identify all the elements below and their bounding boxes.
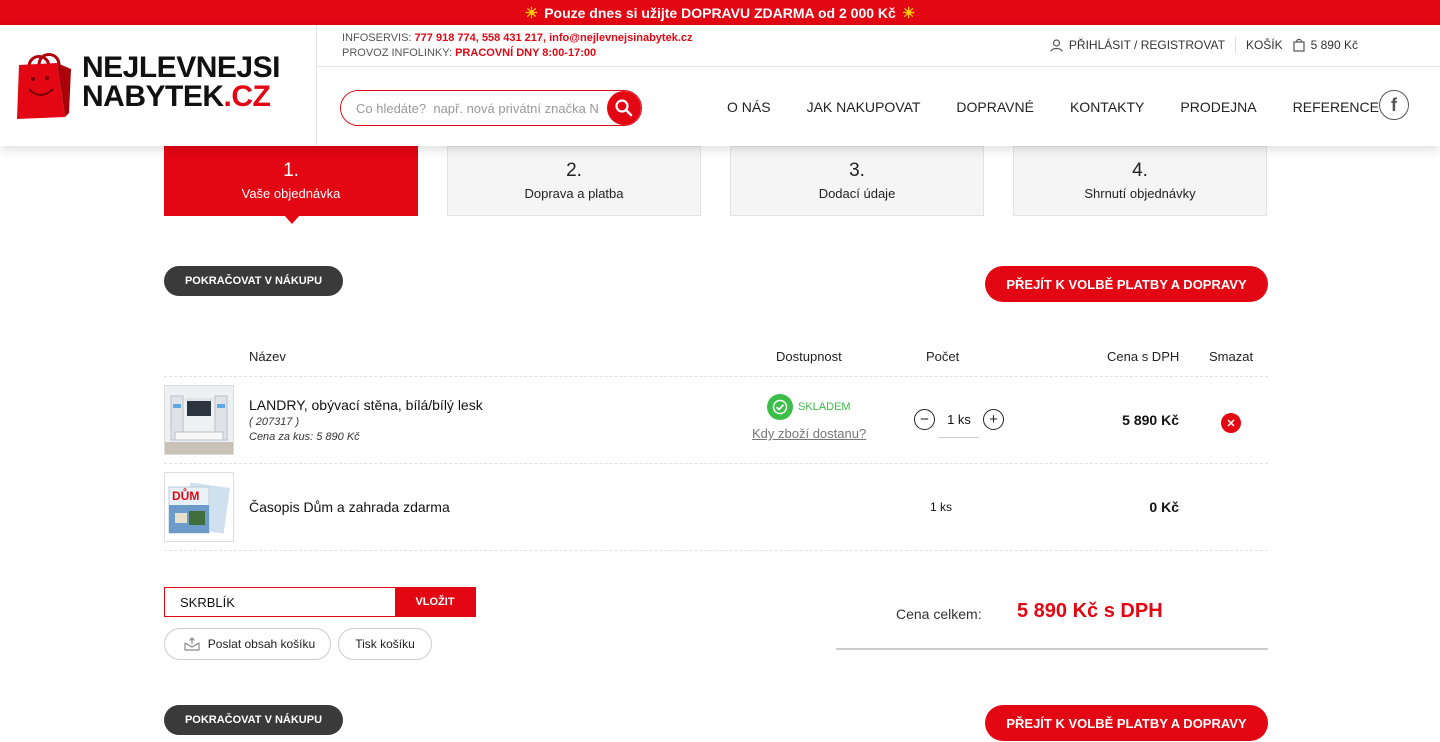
- delete-item-button[interactable]: ✕: [1221, 413, 1241, 433]
- main-nav: O NÁS JAK NAKUPOVAT DOPRAVNÉ KONTAKTY PR…: [709, 99, 1397, 115]
- step-4[interactable]: 4. Shrnutí objednávky: [1013, 146, 1267, 216]
- quantity-input[interactable]: 1 ks: [939, 402, 979, 438]
- user-icon: [1050, 38, 1063, 52]
- nav-prodejna[interactable]: PRODEJNA: [1162, 99, 1274, 115]
- proceed-to-shipping-button[interactable]: PŘEJÍT K VOLBĚ PLATBY A DOPRAVY: [985, 266, 1268, 302]
- search-button[interactable]: [607, 91, 641, 125]
- checkout-steps: 1. Vaše objednávka 2. Doprava a platba 3…: [164, 146, 1268, 224]
- cart-total[interactable]: 5 890 Kč: [1311, 38, 1358, 52]
- search-input[interactable]: [341, 91, 603, 125]
- item-qty: 1 ks: [930, 500, 953, 514]
- svg-text:DŮM: DŮM: [172, 487, 199, 503]
- facebook-icon[interactable]: f: [1379, 90, 1409, 120]
- product-thumbnail[interactable]: DŮM: [164, 472, 234, 542]
- login-link[interactable]: PŘIHLÁSIT / REGISTROVAT: [1069, 38, 1225, 52]
- user-bar: PŘIHLÁSIT / REGISTROVAT KOŠÍK 5 890 Kč: [1050, 37, 1358, 53]
- header-availability: Dostupnost: [776, 349, 842, 364]
- apply-coupon-button[interactable]: VLOŽIT: [395, 588, 475, 616]
- promo-text: Pouze dnes si užijte DOPRAVU ZDARMA od 2…: [544, 4, 896, 21]
- proceed-to-shipping-button-bottom[interactable]: PŘEJÍT K VOLBĚ PLATBY A DOPRAVY: [985, 705, 1268, 741]
- cart-bag-icon[interactable]: [1293, 38, 1305, 52]
- item-price: 5 890 Kč: [1122, 412, 1179, 428]
- row-divider: [164, 376, 1268, 377]
- send-cart-button[interactable]: Poslat obsah košíku: [164, 628, 331, 660]
- continue-shopping-button[interactable]: POKRAČOVAT V NÁKUPU: [164, 266, 343, 296]
- nav-kontakty[interactable]: KONTAKTY: [1052, 99, 1162, 115]
- logo[interactable]: NEJLEVNEJSI NABYTEK.CZ: [0, 25, 317, 146]
- row-divider: [164, 550, 1268, 551]
- magazine-image: DŮM: [165, 473, 233, 541]
- site-header: NEJLEVNEJSI NABYTEK.CZ INFOSERVIS: 777 9…: [0, 25, 1440, 146]
- check-circle-icon: [767, 394, 793, 420]
- row-divider: [164, 463, 1268, 464]
- product-image: [165, 386, 233, 454]
- item-price: 0 Kč: [1149, 499, 1179, 515]
- product-thumbnail[interactable]: [164, 385, 234, 455]
- print-cart-button[interactable]: Tisk košíku: [338, 628, 432, 660]
- delivery-time-link[interactable]: Kdy zboží dostanu?: [752, 426, 866, 441]
- step-1[interactable]: 1. Vaše objednávka: [164, 146, 418, 224]
- header-divider: [317, 66, 1440, 67]
- coupon-input[interactable]: [165, 588, 395, 616]
- header-price: Cena s DPH: [1107, 349, 1180, 364]
- nav-jak-nakupovat[interactable]: JAK NAKUPOVAT: [789, 99, 939, 115]
- header-delete: Smazat: [1209, 349, 1254, 364]
- unit-price: Cena za kus: 5 890 Kč: [249, 431, 360, 443]
- header-name: Název: [249, 349, 286, 364]
- total-value: 5 890 Kč s DPH: [1017, 600, 1163, 622]
- cart-link[interactable]: KOŠÍK: [1246, 38, 1283, 52]
- sun-icon: ☀: [524, 4, 539, 22]
- step-3[interactable]: 3. Dodací údaje: [730, 146, 984, 216]
- total-divider: [836, 648, 1268, 650]
- coupon-form: VLOŽIT: [164, 587, 476, 617]
- search-icon: [615, 99, 633, 117]
- step-2[interactable]: 2. Doprava a platba: [447, 146, 701, 216]
- product-name: Časopis Dům a zahrada zdarma: [249, 499, 450, 515]
- shopping-bag-icon: [17, 53, 71, 119]
- logo-text: NEJLEVNEJSI NABYTEK.CZ: [82, 51, 280, 113]
- contact-info: INFOSERVIS: 777 918 774, 558 431 217, in…: [342, 32, 693, 59]
- continue-shopping-button-bottom[interactable]: POKRAČOVAT V NÁKUPU: [164, 705, 343, 735]
- infoservis-contacts[interactable]: 777 918 774, 558 431 217, info@nejlevnej…: [415, 32, 693, 44]
- header-count: Počet: [926, 349, 960, 364]
- product-name-link[interactable]: LANDRY, obývací stěna, bílá/bílý lesk: [249, 397, 483, 413]
- promo-bar: ☀ Pouze dnes si užijte DOPRAVU ZDARMA od…: [0, 0, 1440, 25]
- sun-icon: ☀: [901, 4, 916, 22]
- send-icon: [184, 637, 200, 651]
- increase-qty-button[interactable]: +: [983, 409, 1004, 430]
- stock-status: SKLADEM: [767, 394, 851, 420]
- nav-dopravne[interactable]: DOPRAVNÉ: [938, 99, 1052, 115]
- divider: [1234, 37, 1236, 53]
- product-code: ( 207317 ): [249, 416, 300, 428]
- decrease-qty-button[interactable]: −: [914, 409, 935, 430]
- search-bar: [340, 90, 642, 126]
- nav-o-nas[interactable]: O NÁS: [709, 99, 789, 115]
- total-label: Cena celkem:: [896, 606, 982, 622]
